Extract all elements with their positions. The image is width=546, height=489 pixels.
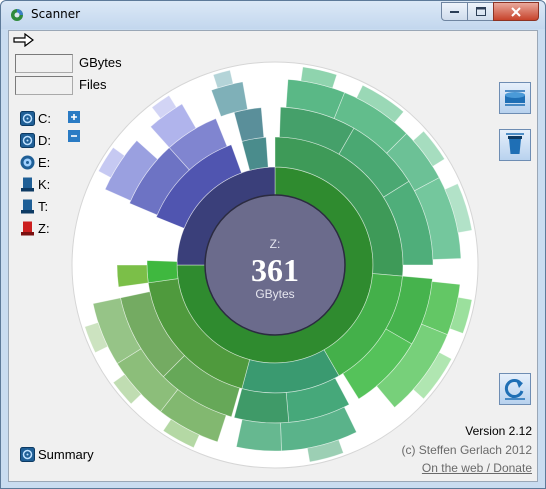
drive-label: T: — [38, 198, 49, 214]
drive-item-d[interactable]: D: — [20, 131, 51, 149]
window-title: Scanner — [31, 7, 81, 21]
drive-label: K: — [38, 176, 51, 192]
drive-item-z[interactable]: Z: — [20, 219, 50, 237]
summary-button[interactable]: Summary — [20, 447, 94, 462]
disk-scan-icon — [505, 90, 525, 106]
drive-item-e[interactable]: E: — [20, 153, 50, 171]
drive-label: D: — [38, 132, 51, 148]
drive-item-k[interactable]: K: — [20, 175, 50, 193]
drive-item-c[interactable]: C: — [20, 109, 51, 127]
title-bar[interactable]: Scanner — [1, 1, 545, 29]
center-size-value: 361 — [251, 252, 299, 288]
drive-label: C: — [38, 110, 51, 126]
drive-item-t[interactable]: T: — [20, 197, 48, 215]
close-icon — [511, 6, 521, 17]
maximize-button[interactable] — [467, 2, 494, 21]
drive-label: E: — [38, 154, 51, 170]
summary-label: Summary — [38, 447, 94, 462]
files-value-box — [15, 76, 73, 95]
segment-ring2[interactable] — [146, 260, 179, 284]
summary-icon — [20, 447, 35, 462]
segment-ring3[interactable] — [116, 264, 149, 288]
version-text: Version 2.12 — [465, 424, 532, 438]
delete-button[interactable] — [499, 129, 531, 161]
app-window: Scanner GBytes Files C: D: E: K: T: Z: Z… — [0, 0, 546, 489]
optical-disc-icon — [20, 155, 35, 169]
web-donate-link[interactable]: On the web / Donate — [422, 461, 532, 475]
minimize-button[interactable] — [441, 2, 468, 21]
drive-label: Z: — [38, 220, 50, 236]
refresh-icon — [504, 379, 525, 400]
gbytes-value-box — [15, 54, 73, 73]
sunburst-chart[interactable]: Z: 361 GBytes — [70, 60, 480, 470]
copyright-text: (c) Steffen Gerlach 2012 — [401, 443, 532, 457]
app-icon — [11, 9, 23, 21]
segment-ring4[interactable] — [235, 419, 282, 452]
back-arrow-icon[interactable] — [13, 33, 35, 47]
segment-ring3[interactable] — [233, 388, 290, 424]
usb-drive-icon — [21, 199, 34, 213]
usb-drive-icon — [21, 177, 34, 191]
center-drive-label: Z: — [270, 237, 281, 251]
hard-disk-icon — [20, 132, 35, 148]
scan-button[interactable] — [499, 82, 531, 114]
trash-icon — [506, 133, 524, 154]
refresh-button[interactable] — [499, 373, 531, 405]
usb-drive-icon — [21, 221, 34, 235]
maximize-icon — [475, 7, 486, 16]
client-area: GBytes Files C: D: E: K: T: Z: Z: 361 GB… — [8, 30, 538, 482]
minimize-icon — [449, 10, 459, 13]
close-button[interactable] — [493, 2, 539, 21]
center-unit-label: GBytes — [255, 287, 294, 301]
hard-disk-icon — [20, 110, 35, 126]
